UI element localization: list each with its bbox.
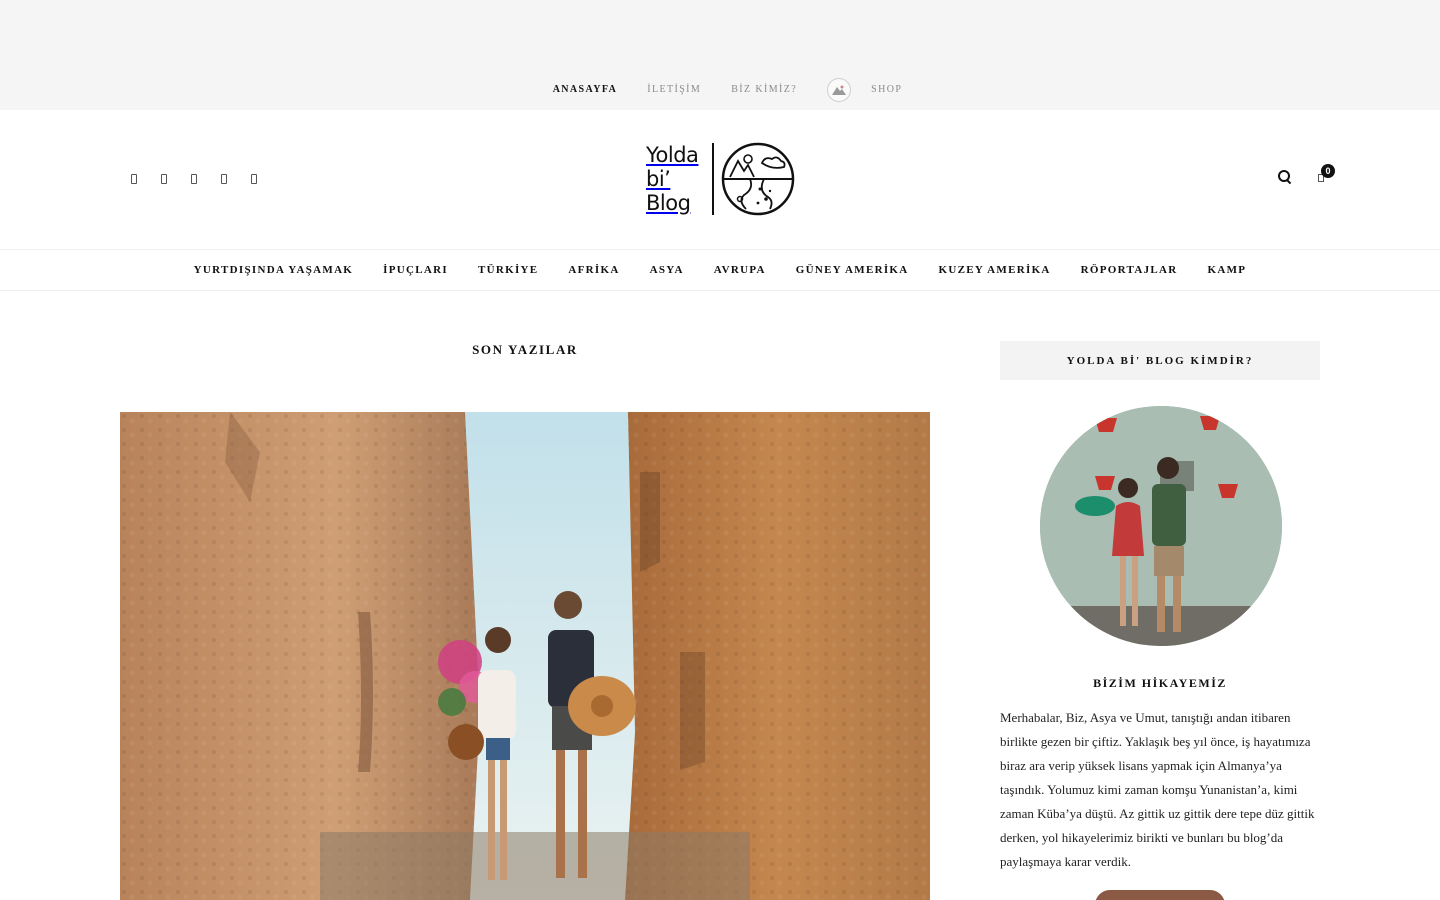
site-header: Yolda bi’ Blog 0 [0,110,1440,250]
header-tools: 0 [1278,164,1335,184]
recent-posts-title: SON YAZILAR [472,342,578,357]
logo-wordmark: Yolda bi’ Blog [646,143,699,215]
nav-europe[interactable]: AVRUPA [699,264,781,276]
nav-camping[interactable]: KAMP [1193,264,1262,276]
read-more-button[interactable] [1095,890,1225,900]
about-photo-illustration [1040,406,1282,646]
nav-south-america[interactable]: GÜNEY AMERİKA [781,264,924,276]
nav-asia[interactable]: ASYA [635,264,699,276]
search-icon[interactable] [1278,170,1292,184]
featured-post-image[interactable] [120,412,930,900]
site-logo[interactable]: Yolda bi’ Blog [646,140,796,218]
topnav-shop-link[interactable]: SHOP [871,80,902,100]
pinterest-icon[interactable] [221,174,227,184]
nav-turkey[interactable]: TÜRKİYE [463,264,553,276]
cart-button[interactable]: 0 [1316,164,1335,184]
topnav-home-link[interactable]: ANASAYFA [538,80,633,100]
social-links [131,174,257,184]
about-widget-title: YOLDA Bİ' BLOG KİMDİR? [1000,341,1320,380]
our-story-title: BİZİM HİKAYEMİZ [1093,676,1227,690]
twitter-icon[interactable] [161,174,167,184]
nav-tips[interactable]: İPUÇLARI [368,264,463,276]
top-bar: ANASAYFA İLETİŞİM BİZ KİMİZ? SHOP [0,0,1440,110]
shop-badge-icon [827,78,852,102]
topnav-about-link[interactable]: BİZ KİMİZ? [716,80,812,100]
nav-interviews[interactable]: RÖPORTAJLAR [1066,264,1193,276]
nav-north-america[interactable]: KUZEY AMERİKA [924,264,1066,276]
facebook-icon[interactable] [131,174,137,184]
youtube-icon[interactable] [251,174,257,184]
our-story-text: Merhabalar, Biz, Asya ve Umut, tanıştığı… [1000,710,1315,869]
top-navigation: ANASAYFA İLETİŞİM BİZ KİMİZ? SHOP [0,78,1440,102]
nav-africa[interactable]: AFRİKA [553,264,634,276]
logo-divider [712,143,714,215]
about-photo [1040,406,1282,646]
instagram-icon[interactable] [191,174,197,184]
topnav-contact-link[interactable]: İLETİŞİM [632,80,716,100]
logo-emblem-icon [721,142,795,216]
topnav-shop-item[interactable]: SHOP [812,78,902,102]
main-navigation: YURTDIŞINDA YAŞAMAK İPUÇLARI TÜRKİYE AFR… [0,249,1440,291]
nav-living-abroad[interactable]: YURTDIŞINDA YAŞAMAK [179,264,369,276]
featured-post-illustration [120,412,930,900]
cart-count-badge: 0 [1321,164,1335,178]
